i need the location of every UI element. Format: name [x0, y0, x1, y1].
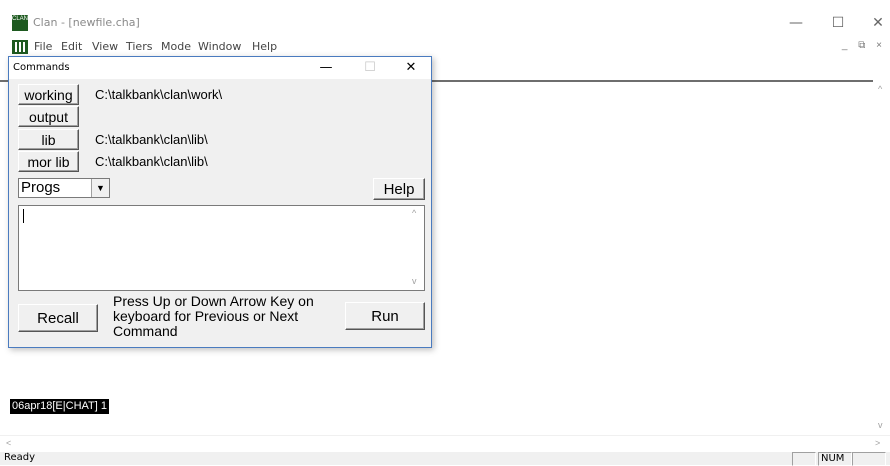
dropdown-arrow-icon[interactable]: ▼: [91, 179, 109, 197]
menu-view[interactable]: View: [92, 40, 118, 53]
minimize-button[interactable]: —: [784, 12, 808, 34]
document-icon[interactable]: [12, 40, 28, 54]
maximize-button[interactable]: ☐: [826, 12, 850, 34]
progs-selected-value: Progs: [21, 179, 61, 196]
commands-minimize-button[interactable]: —: [312, 58, 340, 78]
commands-title: Commands: [13, 62, 70, 73]
menu-window[interactable]: Window: [198, 40, 241, 53]
commands-close-button[interactable]: ✕: [397, 58, 425, 78]
commands-titlebar[interactable]: Commands — ☐ ✕: [9, 57, 431, 79]
progs-dropdown[interactable]: Progs ▼: [18, 178, 110, 198]
mor-lib-button[interactable]: mor lib: [18, 151, 79, 172]
status-panel-scroll: [852, 452, 886, 466]
horizontal-scrollbar[interactable]: < >: [0, 435, 890, 453]
vertical-scrollbar[interactable]: ^ v: [873, 80, 890, 435]
lib-button[interactable]: lib: [18, 129, 79, 150]
menu-help[interactable]: Help: [252, 40, 277, 53]
menu-bar: File Edit View Tiers Mode Window Help _ …: [0, 38, 890, 56]
menu-tiers[interactable]: Tiers: [126, 40, 152, 53]
mor-lib-path: C:\talkbank\clan\lib\: [95, 154, 208, 169]
mdi-window-controls[interactable]: _ ⧉ ×: [842, 40, 886, 51]
commands-maximize-button: ☐: [364, 60, 376, 75]
working-button[interactable]: working: [18, 84, 79, 105]
command-input[interactable]: ^ v: [18, 205, 425, 291]
command-input-scrollbar[interactable]: ^ v: [407, 206, 424, 290]
tier-status-line: 06apr18[E|CHAT] 1: [10, 399, 109, 414]
status-bar: Ready NUM: [0, 452, 890, 466]
close-button[interactable]: ✕: [866, 12, 890, 34]
scroll-up-icon[interactable]: ^: [878, 84, 882, 94]
clan-app-icon[interactable]: CLAN: [12, 15, 28, 31]
scroll-left-icon[interactable]: <: [6, 438, 11, 448]
scroll-down-icon[interactable]: v: [412, 276, 417, 286]
scroll-down-icon[interactable]: v: [878, 420, 883, 430]
working-path: C:\talkbank\clan\work\: [95, 87, 223, 102]
commands-window: Commands — ☐ ✕ working C:\talkbank\clan\…: [8, 56, 432, 348]
menu-mode[interactable]: Mode: [161, 40, 191, 53]
help-button[interactable]: Help: [373, 178, 425, 200]
status-panel-num: NUM: [818, 452, 852, 466]
menu-file[interactable]: File: [34, 40, 52, 53]
recall-button[interactable]: Recall: [18, 304, 98, 332]
window-title: Clan - [newfile.cha]: [33, 16, 140, 29]
main-titlebar: CLAN Clan - [newfile.cha] — ☐ ✕: [0, 10, 890, 38]
status-panel-caps: [792, 452, 816, 466]
menu-edit[interactable]: Edit: [61, 40, 82, 53]
scroll-right-icon[interactable]: >: [875, 438, 880, 448]
lib-path: C:\talkbank\clan\lib\: [95, 132, 208, 147]
recall-hint-text: Press Up or Down Arrow Key on keyboard f…: [113, 293, 314, 339]
run-button[interactable]: Run: [345, 302, 425, 330]
output-button[interactable]: output: [18, 106, 79, 127]
text-caret: [23, 209, 24, 223]
scroll-up-icon[interactable]: ^: [412, 208, 416, 218]
status-ready-text: Ready: [4, 452, 36, 463]
